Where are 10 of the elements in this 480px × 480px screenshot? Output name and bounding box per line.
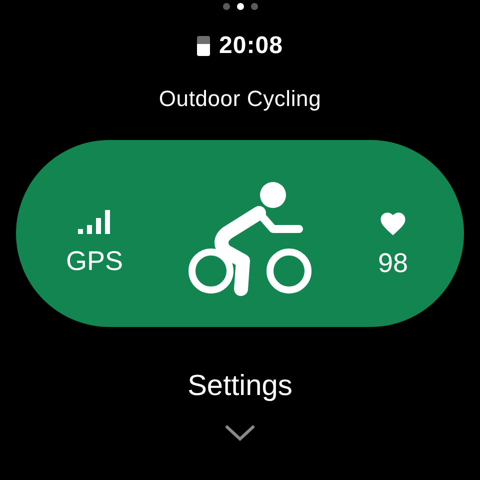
signal-bars-icon	[78, 210, 112, 234]
start-workout-button[interactable]: GPS 98	[16, 140, 464, 327]
gps-label: GPS	[66, 246, 124, 277]
cyclist-icon	[187, 180, 314, 296]
heart-rate-value: 98	[378, 248, 408, 278]
workout-title: Outdoor Cycling	[158, 86, 322, 112]
chevron-down-icon[interactable]	[225, 425, 255, 441]
clock-time: 20:08	[219, 32, 283, 60]
settings-button[interactable]: Settings	[188, 370, 292, 403]
battery-icon	[197, 36, 210, 56]
